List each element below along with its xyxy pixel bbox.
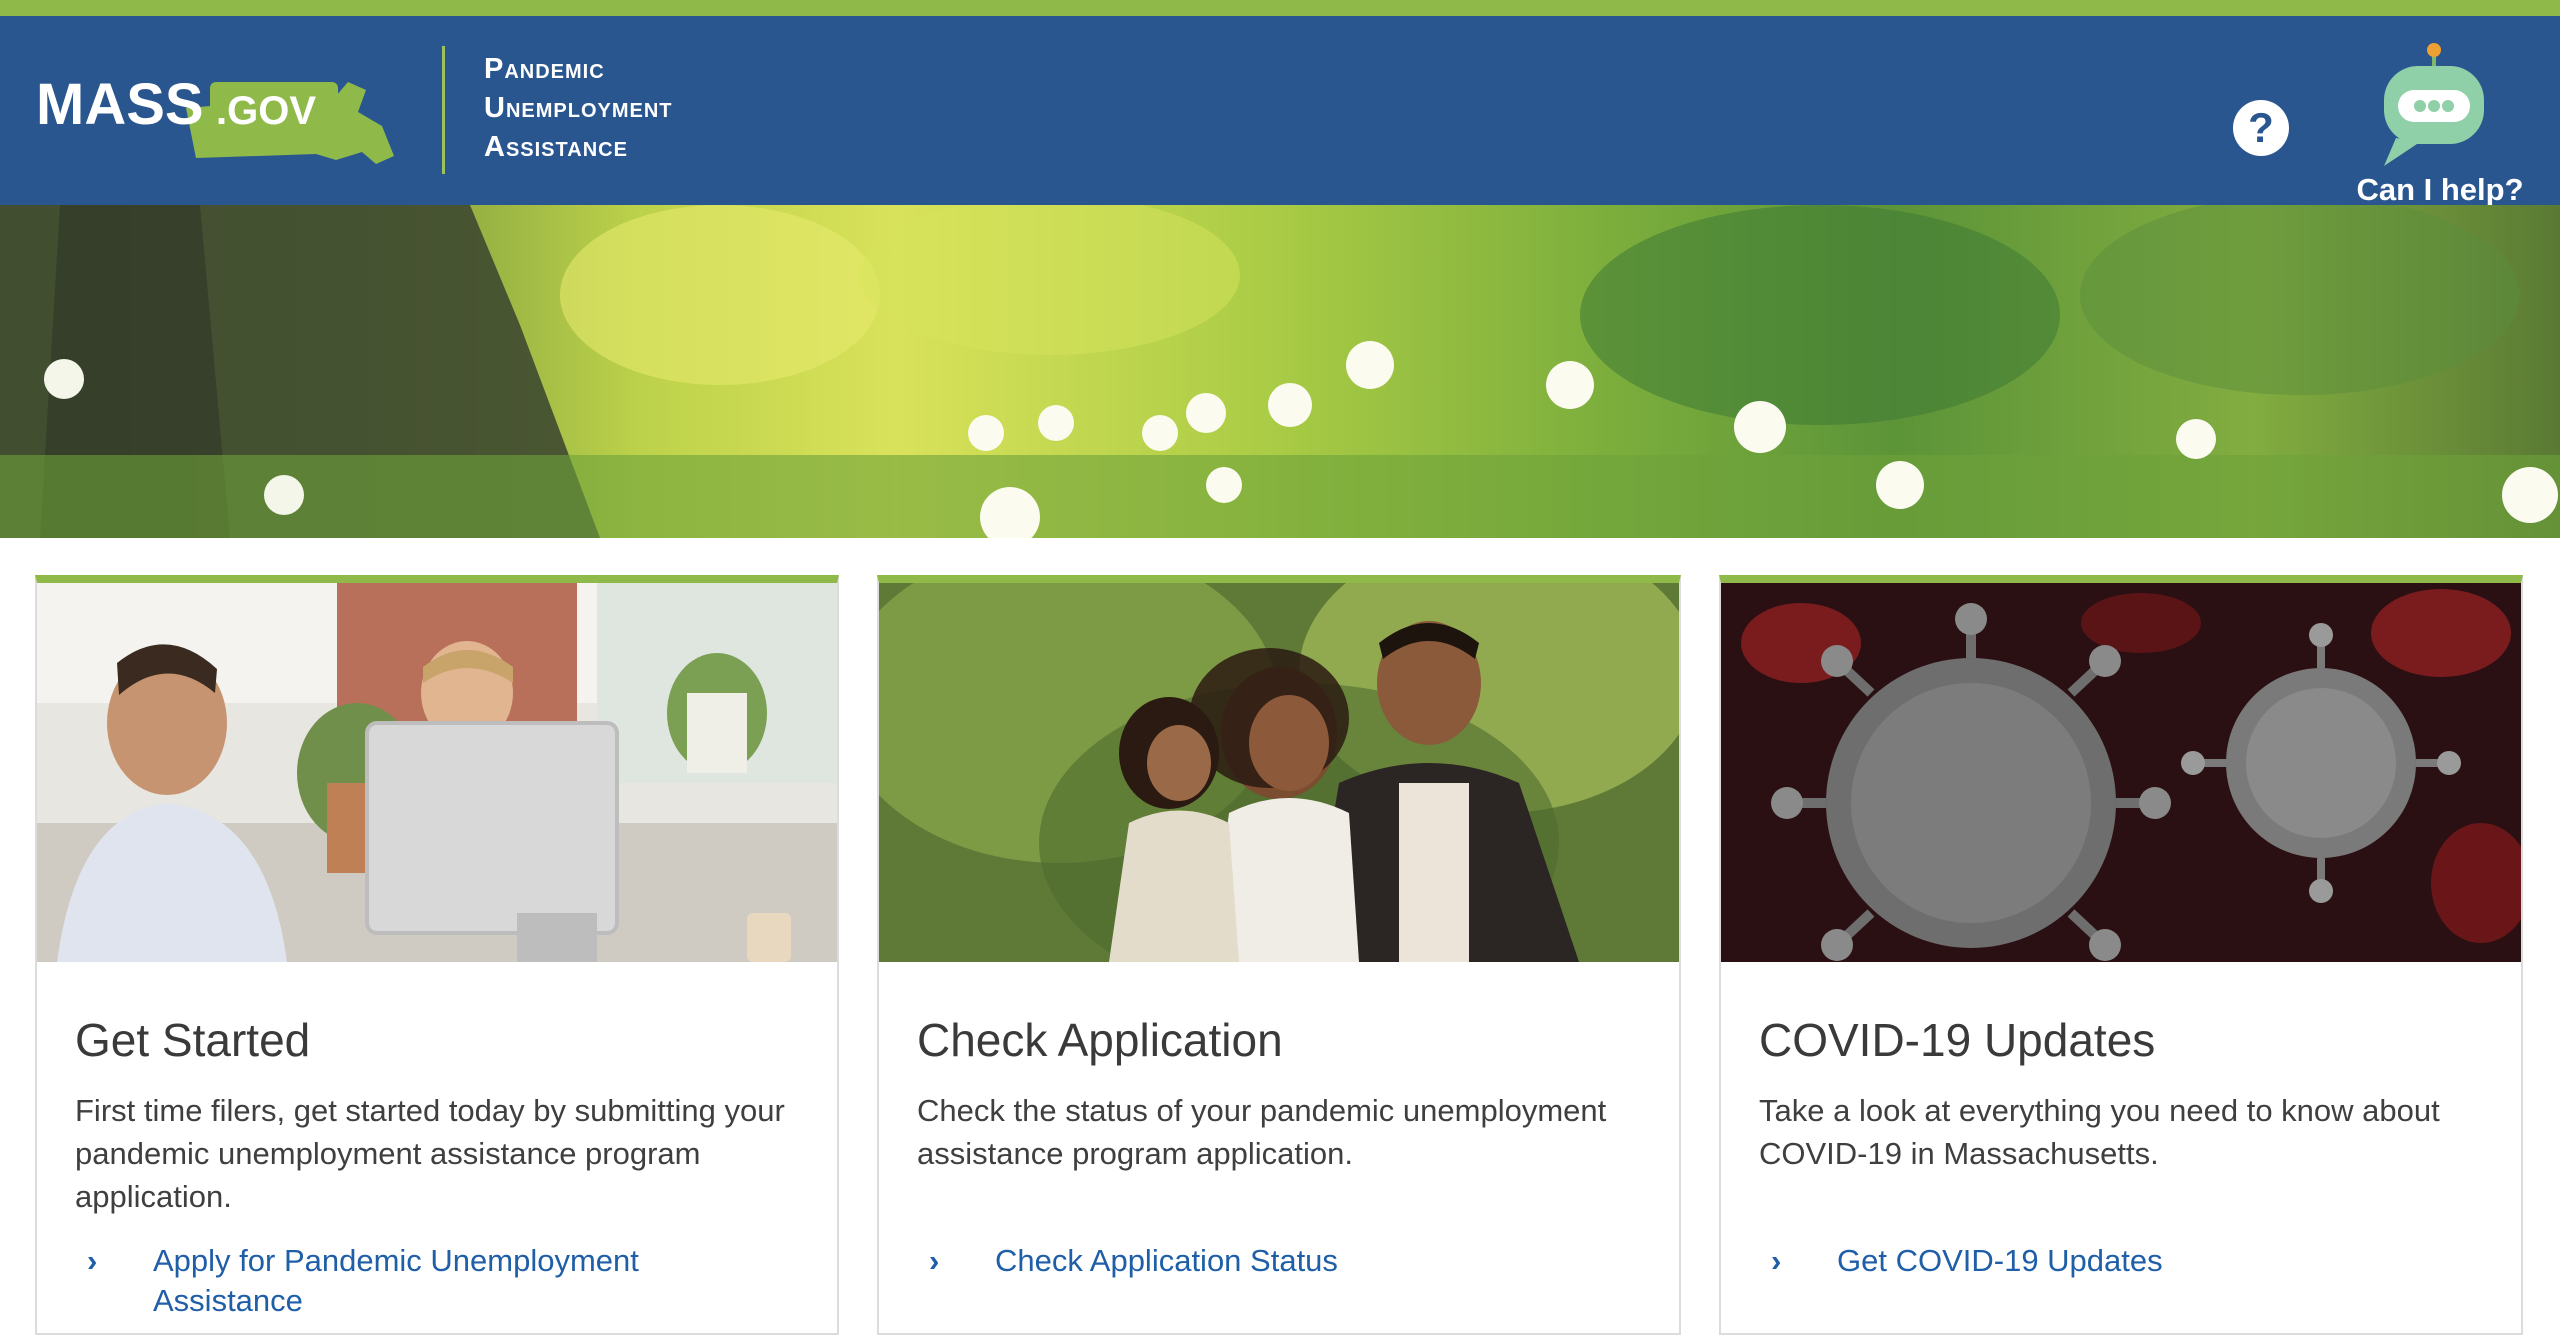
chat-help-widget[interactable]: Can I help? bbox=[2340, 42, 2540, 212]
program-title-line-2: Unemployment bbox=[484, 92, 673, 124]
chevron-right-icon: › bbox=[929, 1243, 940, 1278]
mass-gov-logo-mark: MASS .GOV bbox=[36, 72, 394, 164]
card-get-started: Get Started First time filers, get start… bbox=[35, 575, 839, 1335]
svg-text:MASS: MASS bbox=[36, 72, 204, 137]
card-check-application-title: Check Application bbox=[917, 1014, 1283, 1066]
card-check-application: Check Application Check the status of yo… bbox=[877, 575, 1681, 1335]
card-check-application-image bbox=[879, 583, 1679, 962]
card-get-started-title: Get Started bbox=[75, 1014, 311, 1066]
chevron-right-icon: › bbox=[1771, 1243, 1782, 1278]
logo-divider bbox=[442, 46, 445, 174]
program-title-line-3: Assistance bbox=[484, 131, 628, 163]
question-circle-icon[interactable]: ? bbox=[2233, 100, 2289, 156]
get-covid-updates-link[interactable]: › Get COVID-19 Updates bbox=[1771, 1241, 2437, 1281]
card-covid-updates-title: COVID-19 Updates bbox=[1759, 1014, 2156, 1066]
site-header: MASS .GOV Pandemic Unemployment Assistan… bbox=[0, 16, 2560, 207]
program-title: Pandemic Unemployment Assistance bbox=[484, 50, 673, 167]
card-covid-updates: COVID-19 Updates Take a look at everythi… bbox=[1719, 575, 2523, 1335]
program-title-line-1: Pandemic bbox=[484, 53, 605, 85]
svg-text:.GOV: .GOV bbox=[216, 89, 316, 133]
get-covid-updates-link-label: Get COVID-19 Updates bbox=[1837, 1243, 2163, 1278]
mass-gov-logo[interactable]: MASS .GOV bbox=[36, 60, 406, 180]
card-check-application-description: Check the status of your pandemic unempl… bbox=[917, 1093, 1607, 1171]
check-application-status-link[interactable]: › Check Application Status bbox=[929, 1241, 1595, 1281]
hero-banner-image bbox=[0, 205, 2560, 538]
chevron-right-icon: › bbox=[87, 1243, 98, 1278]
chat-help-label: Can I help? bbox=[2356, 172, 2524, 207]
card-get-started-description: First time filers, get started today by … bbox=[75, 1093, 785, 1214]
card-covid-updates-description: Take a look at everything you need to kn… bbox=[1759, 1093, 2440, 1171]
card-get-started-image bbox=[37, 583, 837, 962]
check-application-status-link-label: Check Application Status bbox=[995, 1243, 1338, 1278]
top-accent-strip bbox=[0, 0, 2560, 16]
card-covid-updates-image bbox=[1721, 583, 2521, 962]
apply-pua-link[interactable]: › Apply for Pandemic Unemployment Assist… bbox=[87, 1241, 753, 1321]
apply-pua-link-label: Apply for Pandemic Unemployment Assistan… bbox=[153, 1243, 639, 1318]
robot-chat-icon bbox=[2384, 43, 2484, 166]
